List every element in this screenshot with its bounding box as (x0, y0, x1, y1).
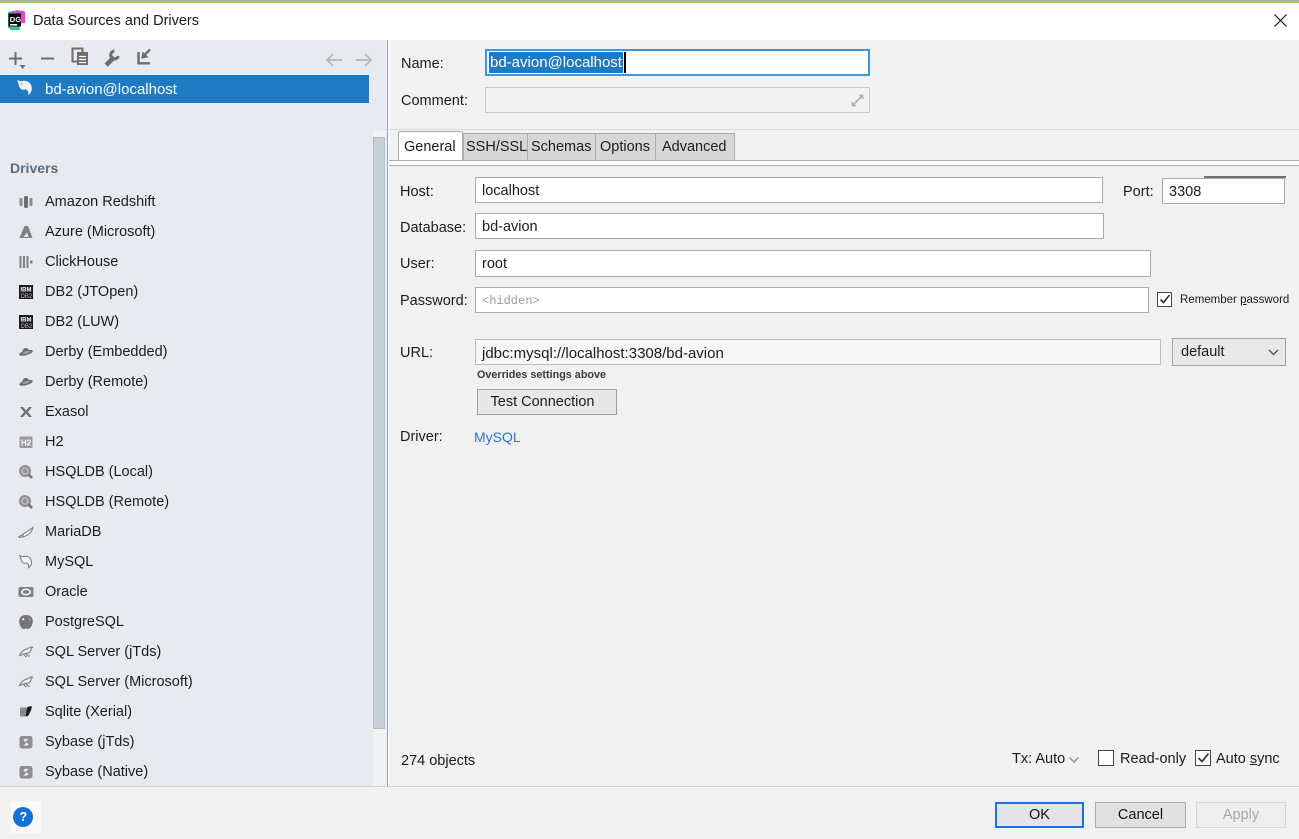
svg-text:IBM: IBM (21, 318, 32, 324)
svg-text:H2: H2 (21, 438, 32, 447)
svg-text:DB2: DB2 (21, 294, 33, 300)
svg-text:IBM: IBM (21, 288, 32, 294)
svg-text:DG: DG (10, 15, 21, 24)
svg-text:DB2: DB2 (21, 324, 33, 330)
